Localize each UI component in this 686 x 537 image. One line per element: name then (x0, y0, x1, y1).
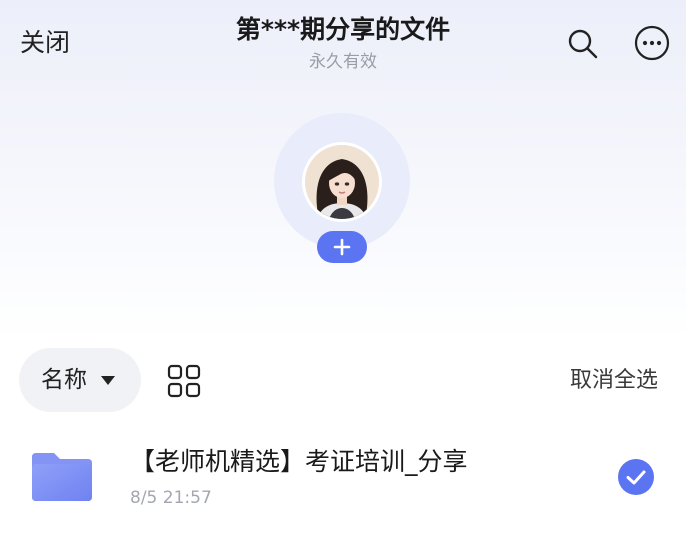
add-member-button[interactable] (317, 231, 367, 263)
search-button[interactable] (566, 27, 600, 61)
selected-checkbox[interactable] (618, 459, 654, 495)
deselect-all-button[interactable]: 取消全选 (570, 366, 658, 396)
more-options-button[interactable] (634, 25, 670, 61)
avatar-image (305, 145, 379, 219)
share-validity-label: 永久有效 (309, 52, 377, 72)
check-icon (626, 470, 646, 485)
file-time: 8/5 21:57 (130, 488, 212, 508)
more-horizontal-icon (634, 25, 670, 61)
grid-view-icon (167, 364, 201, 398)
page-title: 第***期分享的文件 (235, 15, 451, 44)
close-button[interactable]: 关闭 (20, 27, 70, 59)
file-row[interactable]: 【老师机精选】考证培训_分享 8/5 21:57 (0, 430, 686, 526)
caret-down-icon (101, 376, 115, 385)
view-toggle-button[interactable] (166, 363, 202, 399)
title-block: 第***期分享的文件 永久有效 (143, 12, 543, 74)
sort-dropdown[interactable]: 名称 (19, 348, 141, 412)
search-icon (568, 29, 598, 59)
user-avatar[interactable] (305, 145, 379, 219)
sort-label: 名称 (41, 367, 87, 393)
header-bar: 关闭 第***期分享的文件 永久有效 (0, 0, 686, 90)
file-name: 【老师机精选】考证培训_分享 (130, 447, 468, 476)
plus-icon (333, 238, 351, 256)
folder-icon (30, 451, 94, 503)
